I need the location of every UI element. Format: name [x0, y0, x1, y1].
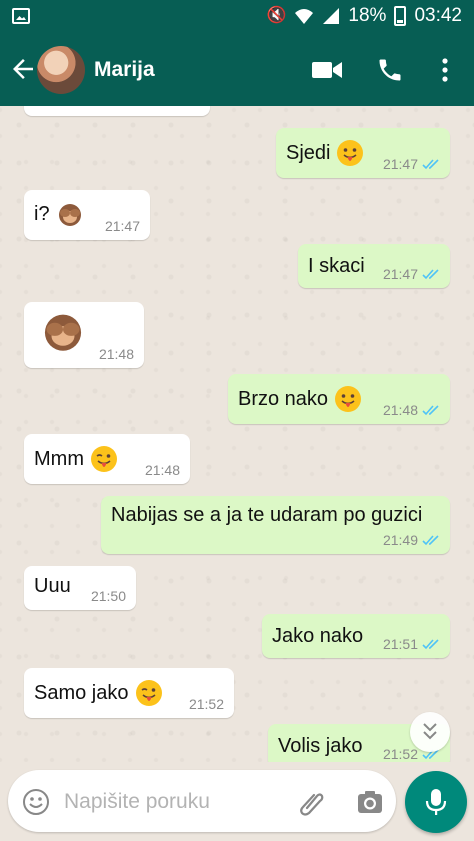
mute-vibrate-icon: 🔇 [266, 7, 287, 24]
message-meta: 21:48 [99, 346, 134, 362]
emoji-smiley-icon[interactable] [22, 788, 50, 816]
message-text-row: Samo jako [34, 679, 163, 707]
battery-icon [394, 6, 407, 26]
signal-icon [323, 8, 340, 24]
status-bar: 🔇 18% 03:42 [0, 0, 474, 34]
clock: 03:42 [414, 5, 462, 26]
message-text: Mmm [34, 447, 84, 470]
wifi-icon [295, 9, 314, 24]
message-bubble[interactable]: Nabijas se a ja te udaram po guzici 21:4… [101, 496, 450, 554]
message-text-row: I skaci [308, 255, 365, 278]
message-time: 21:47 [104, 218, 140, 234]
message-time: 21:51 [382, 636, 418, 652]
message-text: Volis jako [278, 735, 363, 757]
message-time: 21:50 [90, 588, 126, 604]
message-text-row: Jako nako [272, 625, 363, 648]
see-no-evil-monkey-emoji-icon [58, 204, 81, 226]
camera-icon[interactable] [356, 788, 384, 816]
message-bubble[interactable]: 21:48 [24, 302, 144, 368]
more-vert-icon[interactable] [436, 56, 454, 84]
message-text-row: Uuu [34, 575, 71, 598]
message-time: 21:48 [98, 346, 134, 362]
message-text-row: i? [34, 200, 84, 228]
message-meta: 21:50 [91, 588, 126, 604]
microphone-icon [425, 789, 447, 815]
gallery-notification-icon [12, 8, 30, 24]
message-time: 21:49 [382, 532, 418, 548]
status-icons: 🔇 18% 03:42 [266, 5, 462, 27]
message-bubble[interactable]: Jako nako 21:51 [262, 614, 450, 658]
message-list[interactable]: Sjedi 21:47 i? 21:47 I skaci 21:47 21:48… [0, 106, 474, 762]
double-check-read-icon [422, 639, 439, 650]
message-bubble[interactable]: I skaci 21:47 [298, 244, 450, 288]
message-text: Brzo nako [238, 387, 329, 410]
message-text: Sjedi [286, 141, 331, 164]
message-meta: 21:48 [383, 402, 440, 418]
battery-percent: 18% [348, 5, 387, 26]
message-bubble[interactable]: i? 21:47 [24, 190, 150, 240]
message-text-row: Mmm [34, 445, 118, 473]
attach-paperclip-icon[interactable] [298, 788, 326, 816]
message-text: I skaci [308, 255, 365, 277]
double-check-read-icon [422, 269, 439, 280]
message-text-row: Nabijas se a ja te udaram po guzici [111, 504, 422, 527]
message-time: 21:52 [188, 696, 224, 712]
phone-icon[interactable] [376, 56, 404, 84]
contact-avatar[interactable] [37, 46, 85, 94]
message-bubble[interactable]: Sjedi 21:47 [276, 128, 450, 178]
message-bubble[interactable]: Uuu 21:50 [24, 566, 136, 610]
scroll-to-bottom-button[interactable] [410, 712, 450, 752]
winking-tongue-face-emoji-icon [135, 680, 162, 706]
message-meta: 21:47 [383, 156, 440, 172]
message-text-row: Volis jako [278, 735, 363, 758]
double-check-read-icon [422, 535, 439, 546]
winking-tongue-face-emoji-icon [90, 446, 117, 472]
message-time: 21:52 [382, 746, 418, 762]
message-time: 21:48 [144, 462, 180, 478]
message-meta: 21:48 [145, 462, 180, 478]
message-bubble[interactable]: Mmm 21:48 [24, 434, 190, 484]
message-meta: 21:47 [383, 266, 440, 282]
message-text: Nabijas se a ja te udaram po guzici [111, 504, 423, 526]
message-time: 21:47 [382, 156, 418, 172]
message-meta: 21:51 [383, 636, 440, 652]
message-bubble[interactable]: Brzo nako 21:48 [228, 374, 450, 424]
message-text: Samo jako [34, 681, 129, 704]
message-text-row: Sjedi [286, 139, 364, 167]
tongue-face-emoji-icon [337, 140, 364, 166]
double-check-read-icon [422, 405, 439, 416]
message-text: Uuu [34, 575, 71, 597]
message-text: i? [34, 202, 50, 225]
message-text: Jako nako [272, 625, 364, 647]
tongue-face-emoji-icon [335, 386, 362, 412]
message-meta: 21:47 [105, 218, 140, 234]
message-meta: 21:52 [189, 696, 224, 712]
message-input[interactable]: Napišite poruku [64, 790, 210, 814]
message-meta: 21:49 [383, 532, 440, 548]
message-bubble-partial [24, 106, 210, 116]
chat-header: Marija [0, 34, 474, 106]
double-chevron-down-icon [423, 723, 437, 740]
back-arrow-icon[interactable] [8, 54, 38, 84]
message-text-row [34, 308, 86, 354]
message-time: 21:48 [382, 402, 418, 418]
voice-record-button[interactable] [405, 771, 467, 833]
message-time: 21:47 [382, 266, 418, 282]
double-check-read-icon [422, 159, 439, 170]
message-bubble[interactable]: Samo jako 21:52 [24, 668, 234, 718]
see-no-evil-monkey-emoji-icon [44, 314, 82, 351]
message-text-row: Brzo nako [238, 385, 362, 413]
message-composer: Napišite poruku [8, 770, 396, 832]
video-call-icon[interactable] [312, 60, 342, 80]
contact-name[interactable]: Marija [94, 58, 155, 82]
